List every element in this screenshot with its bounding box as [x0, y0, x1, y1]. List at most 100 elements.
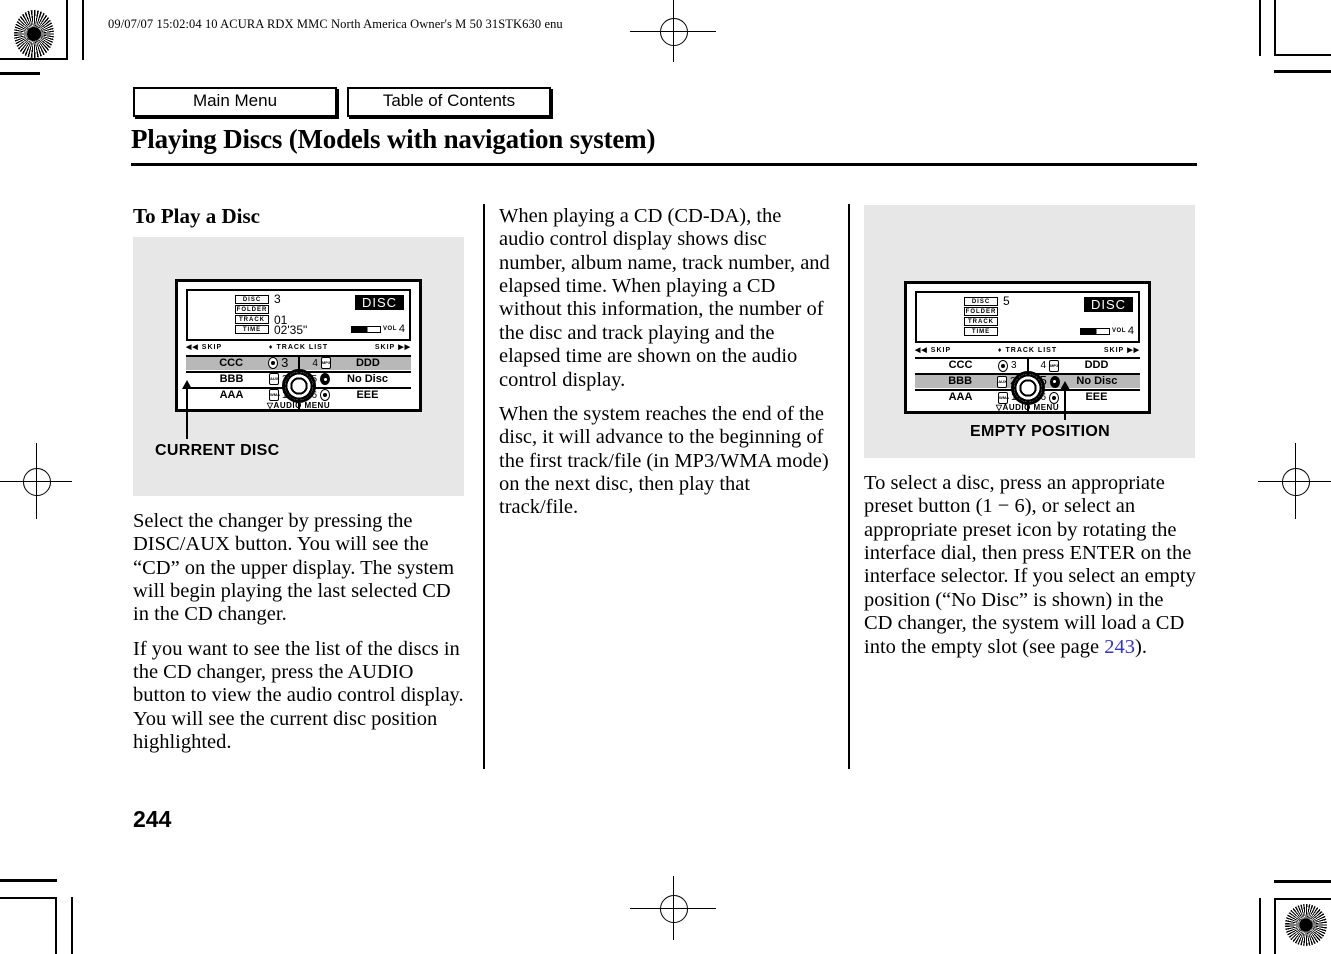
preset-number-4: 4: [312, 357, 318, 369]
preset-label-ccc: CCC: [948, 359, 973, 372]
column2-paragraph-1: When playing a CD (CD-DA), the audio con…: [499, 205, 830, 391]
preset-label-no-disc: No Disc: [347, 373, 388, 386]
crop-mark-bottom-left-vertical-inner: [71, 897, 73, 954]
crop-mark-bottom-right-vertical-inner: [1259, 898, 1261, 954]
page-cross-reference-243[interactable]: 243: [1104, 636, 1135, 658]
preset-number-4: 4: [1040, 359, 1047, 371]
illustration-empty-position: DISC FOLDER TRACK TIME 5 DISC VOL 4 ◀◀ S…: [864, 205, 1195, 458]
interface-dial-3[interactable]: [1010, 371, 1045, 405]
crop-mark-bottom-left-horizontal-outer: [0, 897, 57, 899]
lcd-label-stack-3: DISC FOLDER TRACK TIME: [964, 297, 998, 336]
preset-icon-4[interactable]: MP3: [1049, 359, 1059, 372]
softkey-row-3: ◀◀ SKIP ♦ TRACK LIST SKIP ▶▶: [915, 345, 1140, 356]
crop-mark-bottom-right-horizontal-thick: [1274, 880, 1331, 883]
preset-icon-2[interactable]: AUX: [997, 375, 1008, 388]
illustration-current-disc: DISC FOLDER TRACK TIME 3 01 02'35" DISC …: [133, 236, 464, 496]
registration-cross-bottom-center: [630, 876, 716, 940]
volume-value: 4: [398, 323, 405, 336]
preset-icon-1[interactable]: WMA: [998, 391, 1009, 404]
skip-forward-icon[interactable]: ▶▶: [1127, 347, 1140, 355]
lcd-mode-badge-3: DISC: [1083, 297, 1133, 312]
navigation-buttons: Main Menu Table of Contents: [133, 87, 551, 117]
lcd-label-disc: DISC: [964, 297, 998, 306]
preset-icon-3[interactable]: [998, 359, 1008, 372]
lcd-label-folder: FOLDER: [964, 307, 998, 316]
lcd-value-track: [1003, 317, 1010, 328]
preset-grid-1: CCC 3 4 MP3 DDD BBB AUX 2 5 No Disc AAA: [186, 354, 411, 412]
preset-icon-3[interactable]: [268, 357, 279, 370]
lcd-value-folder: [1003, 307, 1010, 318]
volume-value: 4: [1127, 325, 1134, 338]
lcd-value-disc: 5: [1003, 294, 1010, 308]
column3-paragraph-1: To select a disc, press an appropriate p…: [864, 472, 1196, 659]
radio-head-unit-3: DISC FOLDER TRACK TIME 5 DISC VOL 4 ◀◀ S…: [904, 281, 1151, 414]
crop-mark-bottom-left-horizontal-thick: [0, 879, 57, 882]
page-number: 244: [133, 806, 172, 832]
preset-icon-6[interactable]: [320, 389, 330, 402]
preset-icon-5[interactable]: [320, 373, 330, 386]
crop-mark-bottom-left-vertical-outer: [55, 897, 57, 954]
crop-mark-top-right-horizontal-thick: [1274, 70, 1331, 73]
skip-forward-icon[interactable]: ▶▶: [398, 344, 411, 352]
empty-position-callout-arrow: [1060, 381, 1070, 390]
volume-indicator-3: VOL 4: [1080, 325, 1134, 338]
crop-mark-bottom-right-vertical-outer: [1274, 898, 1276, 954]
title-underline-rule: [131, 163, 1197, 166]
skip-back-icon[interactable]: ◀◀: [915, 347, 928, 355]
volume-label: VOL: [1112, 328, 1126, 335]
crop-mark-top-right-horizontal-outer: [1274, 54, 1331, 56]
crop-mark-bottom-right-horizontal-outer: [1274, 898, 1331, 900]
lcd-value-time: [1003, 328, 1010, 339]
audio-menu-triangle-icon: ▽: [266, 400, 274, 410]
interface-dial-1[interactable]: [281, 368, 316, 403]
preset-label-bbb: BBB: [219, 373, 244, 386]
lcd-label-folder: FOLDER: [235, 304, 269, 314]
dial-tick-top: [1026, 359, 1029, 371]
track-list-label[interactable]: TRACK LIST: [276, 344, 328, 352]
track-list-label[interactable]: TRACK LIST: [1005, 347, 1057, 355]
lcd-label-track: TRACK: [964, 317, 998, 326]
preset-icon-5[interactable]: [1049, 375, 1060, 388]
preset-icon-6[interactable]: [1049, 391, 1059, 404]
current-disc-caption: CURRENT DISC: [155, 441, 280, 459]
lcd-value-stack-3: 5: [1003, 294, 1010, 339]
registration-cross-top-center: [630, 0, 716, 62]
preset-icon-2[interactable]: AUX: [269, 373, 279, 386]
lcd-label-stack-1: DISC FOLDER TRACK TIME: [235, 294, 269, 334]
preset-grid-3: CCC 3 4 MP3 DDD BBB AUX 2 5 No Disc AAA: [915, 357, 1140, 414]
lcd-mode-badge-1: DISC: [354, 294, 404, 310]
preset-label-ddd: DDD: [355, 357, 380, 370]
preset-label-ccc: CCC: [219, 357, 244, 370]
lcd-screen-1: DISC FOLDER TRACK TIME 3 01 02'35" DISC …: [186, 288, 411, 341]
column3-paragraph-1-text-b: ).: [1135, 635, 1147, 658]
column-2: When playing a CD (CD-DA), the audio con…: [499, 205, 831, 531]
skip-back-icon[interactable]: ◀◀: [186, 344, 199, 352]
current-disc-callout-arrow: [182, 379, 192, 389]
preset-icon-4[interactable]: MP3: [320, 357, 331, 370]
skip-back-label: SKIP: [201, 344, 223, 352]
preset-label-aaa: AAA: [219, 389, 244, 402]
dial-tick-bottom: [297, 401, 300, 412]
column1-paragraph-1: Select the changer by pressing the DISC/…: [133, 509, 455, 626]
softkey-row-1: ◀◀ SKIP ♦ TRACK LIST SKIP ▶▶: [186, 343, 411, 354]
audio-menu-triangle-icon: ▽: [995, 402, 1003, 412]
dial-tick-top: [297, 356, 300, 369]
lcd-value-disc: 3: [274, 291, 281, 306]
crop-mark-top-left-horizontal-outer: [0, 58, 68, 60]
table-of-contents-button[interactable]: Table of Contents: [347, 87, 551, 117]
preset-label-no-disc: No Disc: [1076, 375, 1118, 388]
registration-cross-left-middle: [0, 443, 72, 519]
preset-number-3: 3: [1010, 359, 1017, 371]
lcd-label-disc: DISC: [235, 294, 269, 304]
crop-mark-top-right-vertical-outer: [1274, 0, 1276, 56]
track-list-icon: ♦: [997, 346, 1003, 354]
empty-position-caption: EMPTY POSITION: [970, 423, 1110, 440]
main-menu-button[interactable]: Main Menu: [133, 87, 337, 117]
preset-icon-1[interactable]: WMA: [269, 389, 280, 402]
volume-indicator-1: VOL 4: [351, 323, 405, 336]
dial-tick-bottom: [1026, 404, 1029, 414]
crop-mark-top-right-vertical-inner: [1259, 0, 1261, 56]
skip-forward-label: SKIP: [1103, 346, 1125, 354]
column-divider-1: [483, 204, 485, 769]
preset-label-aaa: AAA: [948, 391, 973, 404]
